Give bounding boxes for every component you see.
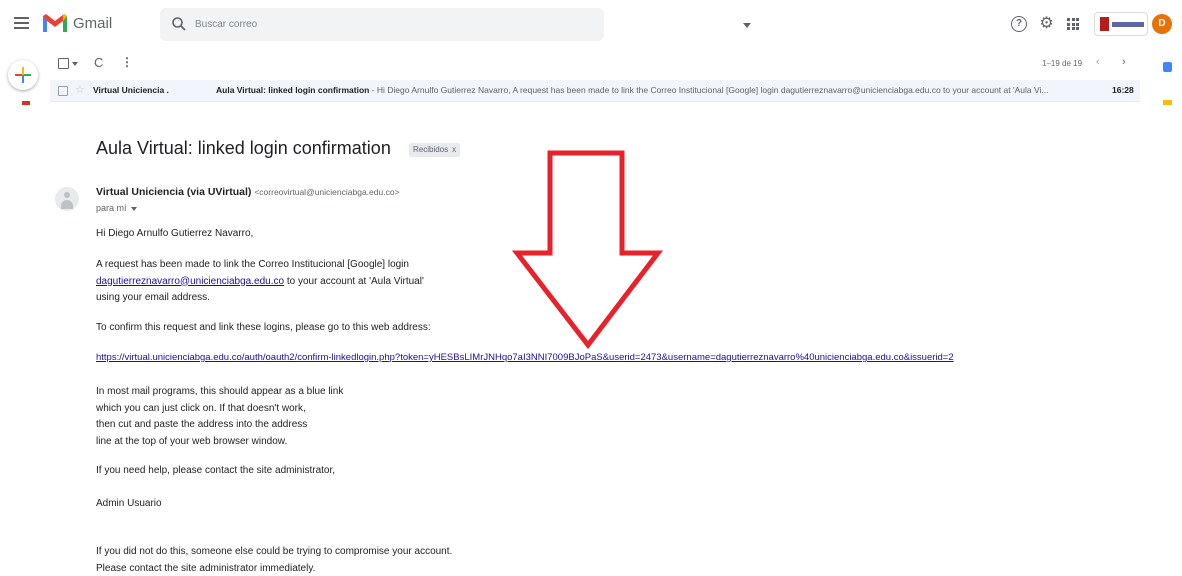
- message-row[interactable]: ☆ Virtual Uniciencia . Aula Virtual: lin…: [50, 80, 1140, 102]
- warning-line-1: If you did not do this, someone else cou…: [96, 546, 453, 557]
- keep-icon[interactable]: [1163, 100, 1172, 105]
- sender-email: <correovirtual@unicienciabga.edu.co>: [254, 187, 400, 197]
- previous-page-icon[interactable]: ‹: [1096, 56, 1100, 68]
- main-menu-icon[interactable]: [14, 14, 34, 34]
- instructions-line-3: then cut and paste the address into the …: [96, 419, 308, 430]
- paragraph-instructions: In most mail programs, this should appea…: [96, 384, 343, 450]
- recipient-chevron-down-icon[interactable]: [130, 206, 137, 211]
- remove-label-icon[interactable]: x: [452, 145, 456, 154]
- select-all-checkbox[interactable]: [58, 58, 69, 69]
- email-subject: Aula Virtual: linked login confirmation: [96, 138, 391, 158]
- message-checkbox[interactable]: [58, 86, 68, 96]
- request-line-2: dagutierreznavarro@unicienciabga.edu.co …: [96, 274, 424, 291]
- message-snippet: - Hi Diego Arnulfo Gutierrez Navarro, A …: [369, 85, 1049, 95]
- refresh-icon[interactable]: C: [94, 55, 103, 70]
- calendar-icon[interactable]: [1163, 62, 1172, 72]
- next-page-icon[interactable]: ›: [1122, 56, 1126, 68]
- message-sender: Virtual Uniciencia .: [93, 85, 169, 95]
- gear-icon[interactable]: ⚙: [1038, 15, 1055, 32]
- side-panel: [1158, 52, 1182, 112]
- select-options-chevron-down-icon[interactable]: [72, 62, 78, 66]
- sender-name[interactable]: Virtual Uniciencia (via UVirtual): [96, 186, 251, 198]
- star-icon[interactable]: ☆: [75, 83, 85, 96]
- recipient-details[interactable]: para mí: [96, 203, 137, 213]
- inbox-label-chip[interactable]: Recibidos x: [409, 143, 461, 157]
- app-name: Gmail: [73, 15, 113, 32]
- linked-email-link[interactable]: dagutierreznavarro@unicienciabga.edu.co: [96, 276, 284, 287]
- paragraph-warning: If you did not do this, someone else cou…: [96, 544, 452, 576]
- request-line-3: using your email address.: [96, 292, 210, 303]
- instructions-line-2: which you can just click on. If that doe…: [96, 402, 306, 414]
- more-options-icon[interactable]: ⋮: [121, 55, 133, 69]
- message-time: 16:28: [1112, 85, 1134, 95]
- warning-line-2: Please contact the site administrator im…: [96, 562, 316, 574]
- annotation-arrow-down-icon: [511, 150, 664, 350]
- label-text: Recibidos: [413, 145, 449, 154]
- message-summary: Aula Virtual: linked login confirmation …: [216, 85, 1076, 95]
- mail-toolbar: C ⋮ 1–19 de 19 ‹ ›: [50, 52, 1150, 76]
- request-line-2-rest: to your account at 'Aula Virtual': [284, 275, 424, 287]
- help-icon[interactable]: ?: [1011, 16, 1027, 32]
- paragraph-confirm: To confirm this request and link these l…: [96, 322, 431, 333]
- organization-logo[interactable]: [1094, 12, 1148, 36]
- search-options-chevron-down-icon[interactable]: [743, 23, 751, 28]
- recipient-text: para mí: [96, 203, 127, 213]
- apps-grid-icon[interactable]: [1067, 18, 1079, 30]
- sender-line: Virtual Uniciencia (via UVirtual) <corre…: [96, 186, 400, 198]
- request-line-1: A request has been made to link the Corr…: [96, 259, 409, 270]
- search-icon[interactable]: [171, 16, 187, 32]
- greeting: Hi Diego Arnulfo Gutierrez Navarro,: [96, 228, 254, 239]
- gmail-logo-icon[interactable]: [42, 13, 68, 33]
- instructions-line-4: line at the top of your web browser wind…: [96, 435, 288, 447]
- paragraph-request: A request has been made to link the Corr…: [96, 257, 424, 307]
- message-subject: Aula Virtual: linked login confirmation: [216, 85, 370, 95]
- search-bar[interactable]: [160, 8, 751, 41]
- instructions-line-1: In most mail programs, this should appea…: [96, 386, 344, 397]
- top-bar: Gmail ? ⚙ D: [0, 0, 1182, 50]
- inbox-indicator: [22, 101, 30, 105]
- paragraph-help: If you need help, please contact the sit…: [96, 465, 336, 476]
- pagination-count: 1–19 de 19: [1042, 59, 1083, 68]
- account-avatar[interactable]: D: [1152, 14, 1172, 34]
- compose-button[interactable]: [8, 60, 38, 90]
- search-input[interactable]: [195, 16, 555, 33]
- signature: Admin Usuario: [96, 498, 162, 509]
- sender-avatar: [55, 187, 79, 211]
